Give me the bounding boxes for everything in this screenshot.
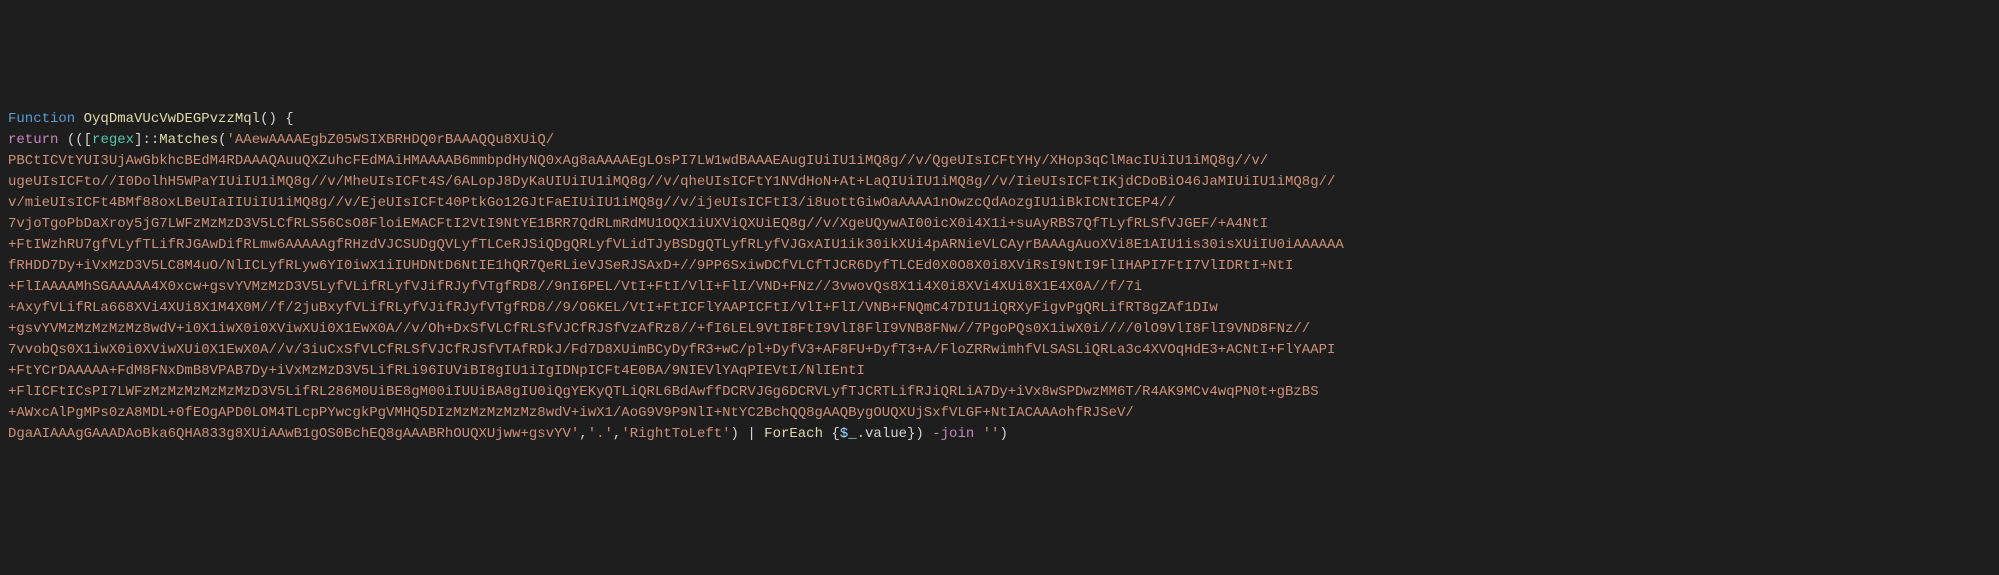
code-line: return (([regex]::Matches('AAewAAAAEgbZ0… <box>8 130 1991 445</box>
empty-string: '' <box>983 426 1000 442</box>
dot-string: '.' <box>588 426 613 442</box>
foreach-close: }) <box>907 426 924 442</box>
method-open: ( <box>218 132 226 148</box>
dot-value: .value <box>857 426 907 442</box>
rtl-string: 'RightToLeft' <box>621 426 730 442</box>
open-bracket: [ <box>84 132 92 148</box>
foreach-open: { <box>823 426 840 442</box>
double-colon: :: <box>142 132 159 148</box>
method-name: Matches <box>159 132 218 148</box>
code-editor: Function OyqDmaVUcVwDEGPvzzMql() {return… <box>8 88 1991 466</box>
pipe-operator: | <box>739 426 764 442</box>
function-keyword: Function <box>8 111 75 127</box>
join-operator: -join <box>924 426 983 442</box>
function-identifier: OyqDmaVUcVwDEGPvzzMql <box>84 111 260 127</box>
close-expr: ) <box>999 426 1007 442</box>
method-close: ) <box>731 426 739 442</box>
code-line: Function OyqDmaVUcVwDEGPvzzMql() { <box>8 109 1991 130</box>
parens: () <box>260 111 277 127</box>
regex-type: regex <box>92 132 134 148</box>
comma: , <box>579 426 587 442</box>
open-expr: (( <box>58 132 83 148</box>
return-keyword: return <box>8 132 58 148</box>
underscore-variable: $_ <box>840 426 857 442</box>
encoded-string: 'AAewAAAAEgbZ05WSIXBRHDQ0rBAAAQQu8XUiQ/ … <box>8 132 1344 442</box>
open-brace: { <box>277 111 294 127</box>
foreach-cmdlet: ForEach <box>764 426 823 442</box>
